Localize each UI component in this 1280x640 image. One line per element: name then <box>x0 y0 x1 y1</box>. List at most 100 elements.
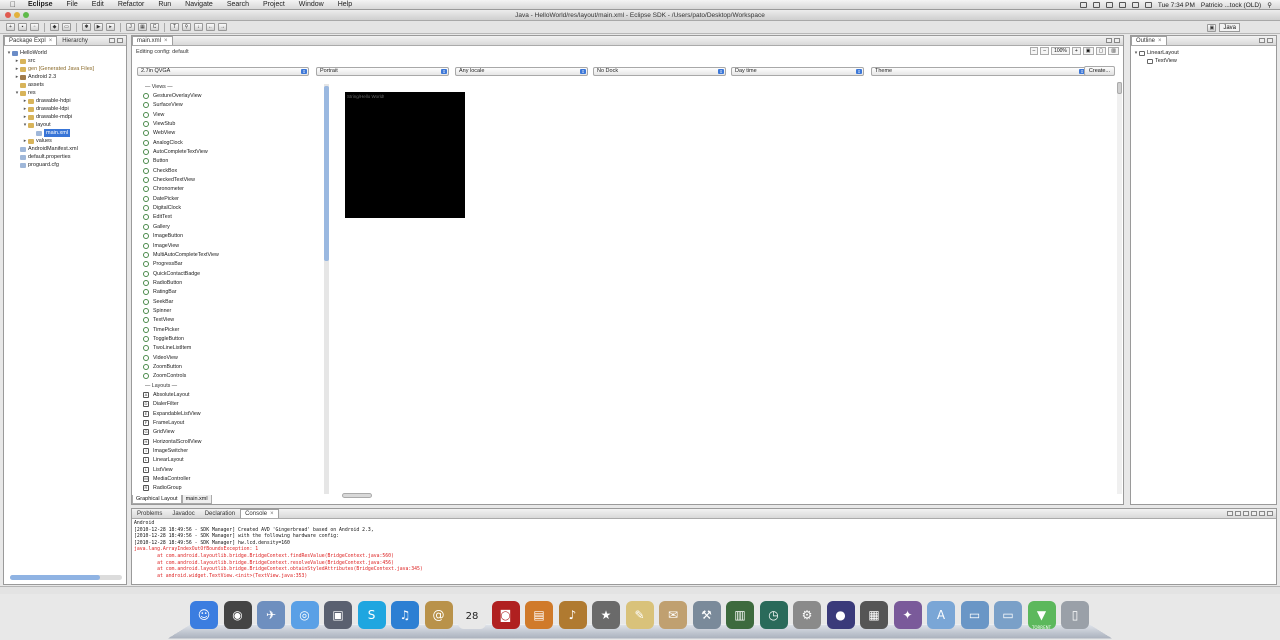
scroll-lock-icon[interactable] <box>1235 511 1241 516</box>
close-window-icon[interactable] <box>5 12 11 18</box>
palette-item[interactable]: F FrameLayout <box>137 418 327 427</box>
preview-textview[interactable]: String/Hello World! <box>347 94 384 99</box>
maximize-view-icon[interactable] <box>1267 38 1273 43</box>
minimize-window-icon[interactable] <box>14 12 20 18</box>
minimize-view-icon[interactable] <box>1259 38 1265 43</box>
minimize-view-icon[interactable] <box>1106 38 1112 43</box>
create-config-button[interactable]: Create... <box>1083 66 1115 76</box>
new-package-icon[interactable]: ▦ <box>138 23 147 31</box>
palette-item[interactable]: H HorizontalScrollView <box>137 437 327 446</box>
tree-item[interactable]: ▸ src <box>6 57 126 65</box>
tree-item[interactable]: main.xml <box>6 129 126 137</box>
dock-dropdown[interactable]: No Dock ⇕ <box>593 67 726 76</box>
android-sdk-icon[interactable]: ◆ <box>50 23 59 31</box>
tree-item[interactable]: ▸ drawable-mdpi <box>6 113 126 121</box>
applications-folder-icon[interactable]: A <box>927 601 955 629</box>
spotlight-icon[interactable]: ⚲ <box>1267 1 1272 9</box>
avd-manager-icon[interactable]: ▭ <box>62 23 71 31</box>
palette-item[interactable]: AutoCompleteTextView <box>137 147 327 156</box>
canvas-vertical-scrollbar[interactable] <box>1117 82 1122 494</box>
clip-icon[interactable]: ▢ <box>1095 47 1107 55</box>
palette-item[interactable]: ZoomControls <box>137 372 327 381</box>
time-machine-icon[interactable]: ◷ <box>759 601 788 629</box>
maximize-view-icon[interactable] <box>117 38 123 43</box>
scrollbar-thumb[interactable] <box>324 86 329 261</box>
palette-item[interactable]: RadioButton <box>137 278 327 287</box>
new-class-icon[interactable]: C <box>150 23 159 31</box>
theme-dropdown[interactable]: Theme ⇕ <box>871 67 1087 76</box>
timemachine-icon[interactable] <box>1105 2 1113 8</box>
print-icon[interactable]: ▫ <box>30 23 39 31</box>
tree-item[interactable]: ▸ gen [Generated Java Files] <box>6 65 126 73</box>
image-capture-icon[interactable]: ▤ <box>525 601 553 629</box>
zoom-in-button[interactable]: + <box>1071 47 1081 55</box>
safari-icon[interactable]: ◎ <box>290 601 319 629</box>
itunes-icon[interactable]: ♫ <box>391 601 419 629</box>
palette-item[interactable]: I ImageSwitcher <box>137 446 327 455</box>
eclipse-icon[interactable]: ● <box>826 601 855 629</box>
palette-item[interactable]: VideoView <box>137 353 327 362</box>
maximize-view-icon[interactable] <box>1267 511 1273 516</box>
fit-to-screen-icon[interactable]: ▣ <box>1082 47 1094 55</box>
skype-icon[interactable]: S <box>357 601 386 629</box>
address-book-icon[interactable]: @ <box>424 601 453 629</box>
new-icon[interactable]: + <box>6 23 15 31</box>
palette-item[interactable]: SurfaceView <box>137 101 327 110</box>
tree-item[interactable]: ▸ values <box>6 137 126 145</box>
outline-item[interactable]: ▾ LinearLayout <box>1133 49 1276 57</box>
tree-item[interactable]: ▸ drawable-ldpi <box>6 105 126 113</box>
palette-item[interactable]: TextView <box>137 316 327 325</box>
palette-item[interactable]: DigitalClock <box>137 203 327 212</box>
torrent-icon[interactable]: ▼ TORRENT <box>1027 601 1056 630</box>
display-console-icon[interactable] <box>1251 511 1257 516</box>
palette-item[interactable]: ViewStub <box>137 119 327 128</box>
photo-booth-icon[interactable]: ◙ <box>491 601 520 629</box>
daytime-dropdown[interactable]: Day time ⇕ <box>731 67 864 76</box>
xcode-icon[interactable]: ✦ <box>893 601 922 629</box>
tab-graphical-layout[interactable]: Graphical Layout <box>132 495 182 504</box>
apple-menu-icon[interactable]:  <box>10 0 22 9</box>
zoom-window-icon[interactable] <box>23 12 29 18</box>
palette-item[interactable]: ToggleButton <box>137 334 327 343</box>
user-name[interactable]: Patricio ...tock (OLD) <box>1201 2 1261 9</box>
palette-item[interactable]: WebView <box>137 129 327 138</box>
imovie-icon[interactable]: ★ <box>592 601 620 629</box>
minimize-view-icon[interactable] <box>109 38 115 43</box>
clock[interactable]: Tue 7:34 PM <box>1158 2 1195 9</box>
palette-item[interactable]: M MediaController <box>137 474 327 483</box>
finder-icon[interactable]: ☺ <box>190 601 218 629</box>
tab-xml-source[interactable]: main.xml <box>181 495 212 504</box>
close-tab-icon[interactable]: × <box>49 38 53 44</box>
palette-item[interactable]: Spinner <box>137 306 327 315</box>
preview-icon[interactable]: ✈ <box>257 601 285 629</box>
palette-item[interactable]: QuickContactBadge <box>137 269 327 278</box>
tree-item[interactable]: ▸ drawable-hdpi <box>6 97 126 105</box>
palette-item[interactable]: MultiAutoCompleteTextView <box>137 250 327 259</box>
java-perspective-button[interactable]: Java <box>1219 23 1240 32</box>
menu-refactor[interactable]: Refactor <box>118 1 144 8</box>
dashboard-icon[interactable]: ◉ <box>223 601 252 629</box>
scrollbar-thumb[interactable] <box>10 575 100 580</box>
palette-item[interactable]: ZoomButton <box>137 362 327 371</box>
downloads-folder-icon[interactable]: ▭ <box>994 601 1022 629</box>
scrollbar-thumb[interactable] <box>1117 82 1122 94</box>
menu-run[interactable]: Run <box>158 1 171 8</box>
device-screen-preview[interactable]: String/Hello World! <box>345 92 465 218</box>
bluetooth-icon[interactable] <box>1092 2 1100 8</box>
palette-item[interactable]: E ExpandableListView <box>137 409 327 418</box>
scrollbar-thumb[interactable] <box>342 493 372 498</box>
documents-folder-icon[interactable]: ▭ <box>960 601 989 629</box>
tab-package-explorer[interactable]: Package Expl × <box>4 36 58 45</box>
palette-item[interactable]: ProgressBar <box>137 260 327 269</box>
back-icon[interactable]: ← <box>206 23 215 31</box>
canvas-horizontal-scrollbar[interactable] <box>332 493 1117 498</box>
palette-item[interactable]: TimePicker <box>137 325 327 334</box>
console-output[interactable]: Android [2010-12-28 18:49:56 - SDK Manage… <box>132 519 1276 580</box>
ical-icon[interactable]: 28 <box>458 601 486 629</box>
palette-item[interactable]: G GridView <box>137 428 327 437</box>
search-icon[interactable]: ⚲ <box>182 23 191 31</box>
trash-icon[interactable]: ▯ <box>1061 601 1089 629</box>
tree-item[interactable]: ▾ HelloWorld <box>6 49 126 57</box>
run-icon[interactable]: ▶ <box>94 23 103 31</box>
new-java-project-icon[interactable]: J <box>126 23 135 31</box>
